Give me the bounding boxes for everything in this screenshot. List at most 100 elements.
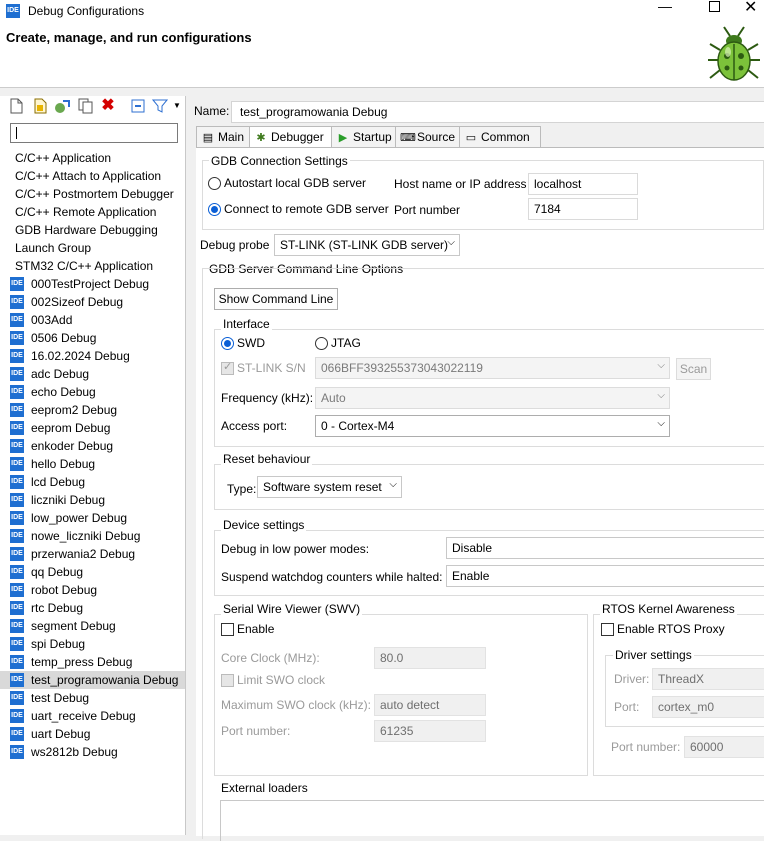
tree-type-item[interactable]: C/C++ Attach to Application xyxy=(0,167,185,185)
ide-config-icon: IDE xyxy=(10,403,24,417)
ide-config-icon: IDE xyxy=(10,673,24,687)
autostart-radio[interactable] xyxy=(208,177,221,190)
low-power-select[interactable]: Disable xyxy=(446,537,764,559)
core-clock-input[interactable]: 80.0 xyxy=(374,647,486,669)
tree-config-item[interactable]: IDE adc Debug xyxy=(0,365,185,383)
tree-config-item[interactable]: IDE nowe_liczniki Debug xyxy=(0,527,185,545)
tree-config-item[interactable]: IDE segment Debug xyxy=(0,617,185,635)
tree-config-item[interactable]: IDE przerwania2 Debug xyxy=(0,545,185,563)
stlink-sn-select[interactable]: 066BFF393255373043022119 ⌵ xyxy=(315,357,670,379)
watchdog-select[interactable]: Enable xyxy=(446,565,764,587)
tree-type-item[interactable]: C/C++ Application xyxy=(0,149,185,167)
tree-config-item[interactable]: IDE 000TestProject Debug xyxy=(0,275,185,293)
tree-config-item[interactable]: IDE ws2812b Debug xyxy=(0,743,185,761)
tree-type-item[interactable]: GDB Hardware Debugging xyxy=(0,221,185,239)
filter-input[interactable] xyxy=(10,123,178,143)
tree-config-item[interactable]: IDE spi Debug xyxy=(0,635,185,653)
tree-config-item[interactable]: IDE temp_press Debug xyxy=(0,653,185,671)
dropdown-icon[interactable]: ▼ xyxy=(172,98,182,114)
debug-probe-select[interactable]: ST-LINK (ST-LINK GDB server) ⌵ xyxy=(274,234,460,256)
tab-debugger[interactable]: ✱ Debugger xyxy=(249,126,335,149)
tree-config-item[interactable]: IDE uart Debug xyxy=(0,725,185,743)
minimize-button[interactable]: — xyxy=(650,0,680,18)
rtos-port-select[interactable]: cortex_m0 xyxy=(652,696,764,718)
gdb-connection-group xyxy=(202,160,764,230)
tree-config-item[interactable]: IDE 0506 Debug xyxy=(0,329,185,347)
swv-title: Serial Wire Viewer (SWV) xyxy=(221,602,363,616)
tree-config-item[interactable]: IDE lcd Debug xyxy=(0,473,185,491)
ide-config-icon: IDE xyxy=(10,565,24,579)
max-swo-input[interactable]: auto detect xyxy=(374,694,486,716)
tree-config-item[interactable]: IDE qq Debug xyxy=(0,563,185,581)
device-settings-title: Device settings xyxy=(221,518,307,532)
external-loaders-title: External loaders xyxy=(221,781,308,795)
tree-config-item[interactable]: IDE test Debug xyxy=(0,689,185,707)
tree-config-label: ws2812b Debug xyxy=(31,745,118,759)
swv-port-input[interactable]: 61235 xyxy=(374,720,486,742)
scan-button[interactable]: Scan xyxy=(676,358,711,380)
rtos-enable-checkbox[interactable] xyxy=(601,623,614,636)
swd-radio[interactable] xyxy=(221,337,234,350)
new-config-icon[interactable] xyxy=(8,98,24,114)
driver-label: Driver: xyxy=(614,672,650,686)
tree-config-label: eeprom Debug xyxy=(31,421,111,435)
tree-config-item[interactable]: IDE eeprom2 Debug xyxy=(0,401,185,419)
jtag-radio[interactable] xyxy=(315,337,328,350)
tree-config-item[interactable]: IDE robot Debug xyxy=(0,581,185,599)
delete-icon[interactable]: ✖ xyxy=(100,98,116,114)
frequency-select[interactable]: Auto ⌵ xyxy=(315,387,670,409)
tab-startup[interactable]: ▶ Startup xyxy=(331,126,399,147)
tree-type-item[interactable]: C/C++ Remote Application xyxy=(0,203,185,221)
main-tab-icon: ▤ xyxy=(202,132,214,144)
ide-config-icon: IDE xyxy=(10,547,24,561)
tree-type-item[interactable]: Launch Group xyxy=(0,239,185,257)
driver-select[interactable]: ThreadX xyxy=(652,668,764,690)
tree-config-item[interactable]: IDE hello Debug xyxy=(0,455,185,473)
tree-config-label: segment Debug xyxy=(31,619,116,633)
tree-config-item[interactable]: IDE enkoder Debug xyxy=(0,437,185,455)
export-icon[interactable] xyxy=(54,98,70,114)
rtos-port-number-input[interactable]: 60000 xyxy=(684,736,764,758)
tree-config-item[interactable]: IDE 16.02.2024 Debug xyxy=(0,347,185,365)
tree-config-item[interactable]: IDE 002Sizeof Debug xyxy=(0,293,185,311)
close-button[interactable]: ✕ xyxy=(744,0,757,17)
tree-config-item[interactable]: IDE low_power Debug xyxy=(0,509,185,527)
tab-source[interactable]: ⌨Source xyxy=(395,126,463,147)
tab-common[interactable]: ▭ Common xyxy=(459,126,541,147)
new-prototype-icon[interactable] xyxy=(32,98,48,114)
tree-config-item[interactable]: IDE test_programowania Debug xyxy=(0,671,185,689)
collapse-all-icon[interactable] xyxy=(130,98,146,114)
tree-config-item[interactable]: IDE 003Add xyxy=(0,311,185,329)
duplicate-icon[interactable] xyxy=(78,98,94,114)
tree-config-label: adc Debug xyxy=(31,367,90,381)
tree-config-item[interactable]: IDE rtc Debug xyxy=(0,599,185,617)
tree-config-item[interactable]: IDE uart_receive Debug xyxy=(0,707,185,725)
access-port-select[interactable]: 0 - Cortex-M4 ⌵ xyxy=(315,415,670,437)
limit-swo-checkbox[interactable] xyxy=(221,674,234,687)
config-toolbar: ✖ ▼ xyxy=(6,96,184,118)
ide-config-icon: IDE xyxy=(10,511,24,525)
stlink-sn-checkbox[interactable] xyxy=(221,360,234,375)
port-input[interactable]: 7184 xyxy=(528,198,638,220)
tree-config-label: echo Debug xyxy=(31,385,96,399)
filter-icon[interactable] xyxy=(151,98,169,114)
maximize-button[interactable] xyxy=(700,0,728,20)
remote-gdb-radio[interactable] xyxy=(208,203,221,216)
window-title: Debug Configurations xyxy=(28,4,145,18)
tree-config-item[interactable]: IDE echo Debug xyxy=(0,383,185,401)
swv-enable-checkbox[interactable] xyxy=(221,623,234,636)
tree-config-label: liczniki Debug xyxy=(31,493,106,507)
reset-title: Reset behaviour xyxy=(221,452,313,466)
gdb-connection-title: GDB Connection Settings xyxy=(209,154,350,168)
reset-type-select[interactable]: Software system reset ⌵ xyxy=(257,476,402,498)
tree-type-item[interactable]: C/C++ Postmortem Debugger xyxy=(0,185,185,203)
tree-config-item[interactable]: IDE eeprom Debug xyxy=(0,419,185,437)
ide-config-icon: IDE xyxy=(10,331,24,345)
name-input[interactable]: test_programowania Debug xyxy=(231,101,764,123)
tab-main[interactable]: ▤ Main xyxy=(196,126,253,147)
tree-type-item[interactable]: STM32 C/C++ Application xyxy=(0,257,185,275)
host-input[interactable]: localhost xyxy=(528,173,638,195)
tree-config-label: uart Debug xyxy=(31,727,91,741)
show-command-line-button[interactable]: Show Command Line xyxy=(214,288,338,310)
tree-config-item[interactable]: IDE liczniki Debug xyxy=(0,491,185,509)
